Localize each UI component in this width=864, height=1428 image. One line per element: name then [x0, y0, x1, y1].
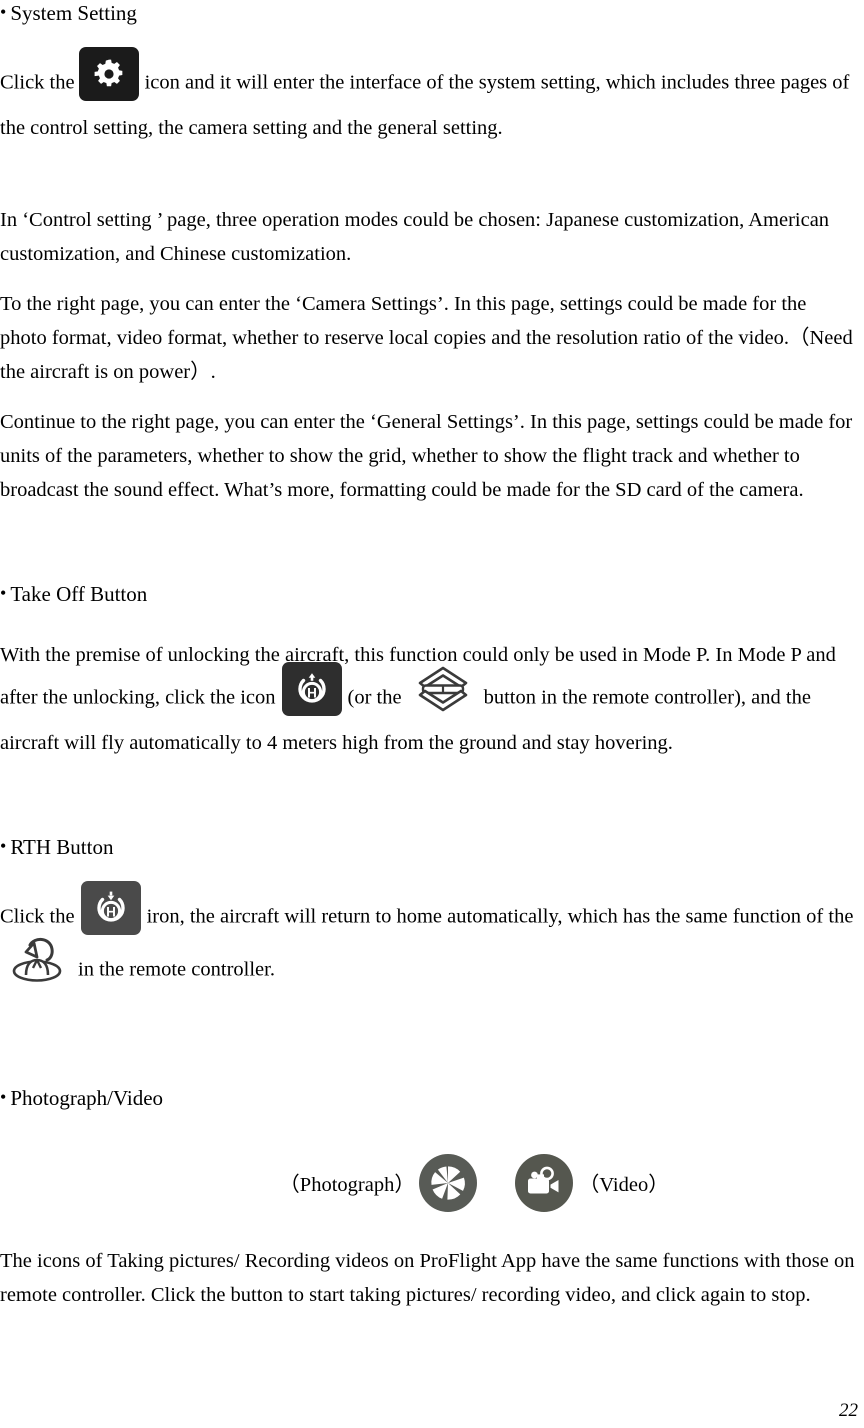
paragraph-control-setting: In ‘Control setting ’ page, three operat… [0, 209, 830, 265]
page-number: 22 [839, 1400, 858, 1421]
remote-takeoff-button-icon[interactable] [406, 662, 480, 716]
svg-text:H: H [106, 904, 116, 919]
bullet-icon: • [0, 583, 7, 603]
text-rth-part1: Click the [0, 905, 75, 928]
bullet-icon: • [0, 836, 7, 856]
text-rth-part3: in the remote controller. [78, 958, 275, 981]
paragraph-system-setting-intro: Click the icon and it will enter the int… [0, 47, 858, 145]
section-heading-system-setting: • System Setting [0, 0, 858, 27]
camera-shutter-icon[interactable] [418, 1154, 477, 1212]
bullet-icon: • [0, 1087, 7, 1107]
paragraph-general-settings: Continue to the right page, you can ente… [0, 411, 853, 501]
video-camera-icon[interactable] [514, 1154, 573, 1212]
remote-rth-button-icon[interactable] [4, 934, 74, 986]
paragraph-photograph-video: The icons of Taking pictures/ Recording … [0, 1250, 855, 1306]
photograph-label: （Photograph） [279, 1174, 415, 1196]
svg-text:H: H [307, 685, 317, 700]
manual-page: • System Setting Click the icon and it wi… [0, 0, 864, 1428]
paragraph-rth: Click the H iron, the aircraft will retu… [0, 881, 858, 997]
media-buttons-row: （Photograph） （Video） [0, 1154, 858, 1214]
return-to-home-icon[interactable]: H [80, 881, 141, 935]
paragraph-camera-settings: To the right page, you can enter the ‘Ca… [0, 293, 853, 383]
video-label: （Video） [578, 1174, 669, 1196]
section-heading-photograph-video: • Photograph/Video [0, 1085, 858, 1112]
gear-icon[interactable] [78, 47, 139, 101]
section-heading-label: Photograph/Video [10, 1086, 164, 1110]
section-heading-label: System Setting [10, 1, 137, 25]
section-heading-label: RTH Button [10, 835, 114, 859]
paragraph-take-off: With the premise of unlocking the aircra… [0, 638, 858, 760]
bullet-icon: • [0, 2, 7, 22]
section-heading-take-off-button: • Take Off Button [0, 581, 858, 608]
text-takeoff-part2: (or the [347, 686, 402, 709]
text-rth-part2: iron, the aircraft will return to home a… [146, 905, 854, 928]
section-heading-rth-button: • RTH Button [0, 834, 858, 861]
section-heading-label: Take Off Button [10, 582, 148, 606]
takeoff-icon[interactable]: H [281, 662, 342, 716]
text-click-the: Click the [0, 71, 75, 94]
